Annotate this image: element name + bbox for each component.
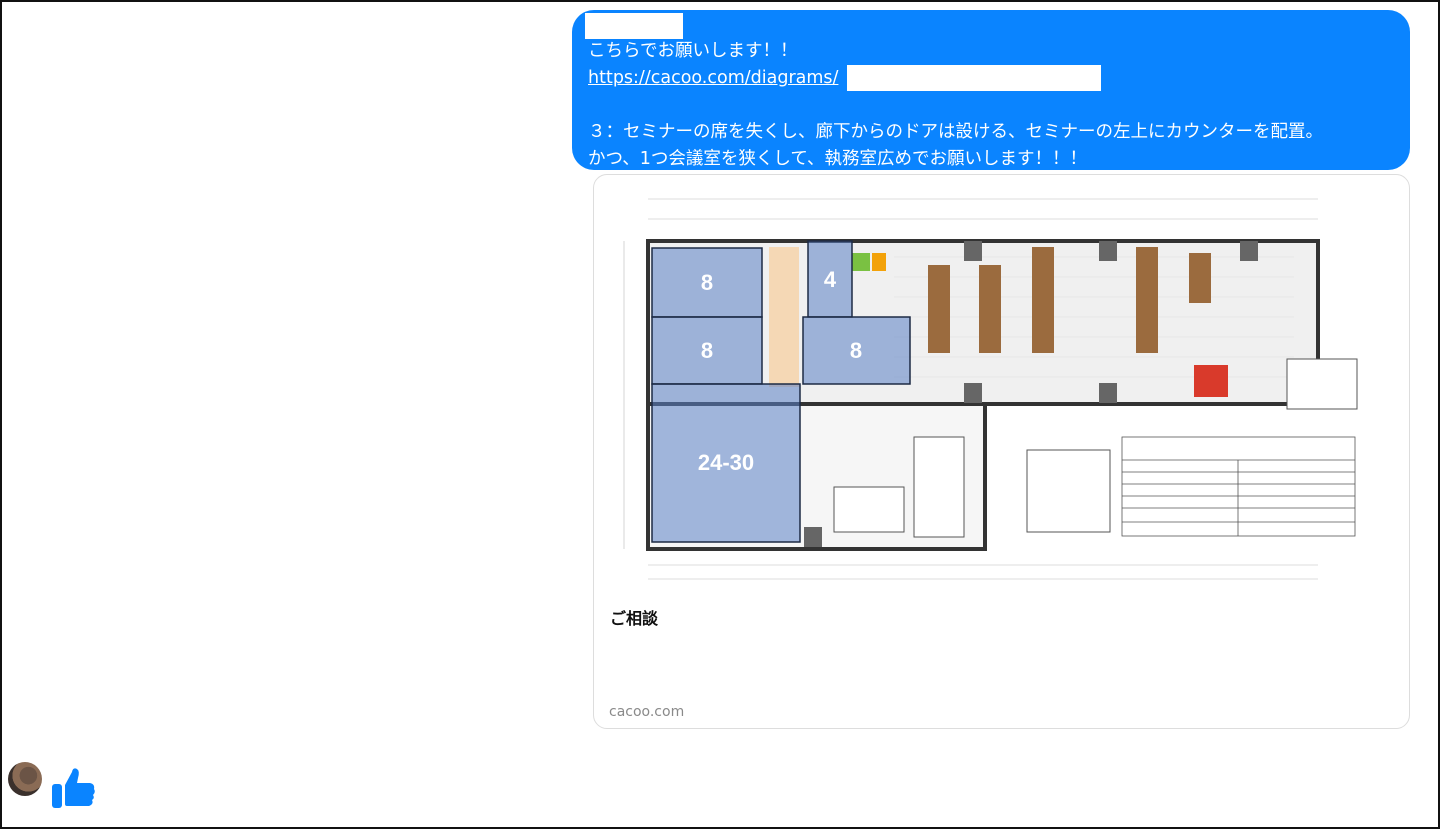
message-line: こちらでお願いします！！ — [588, 41, 798, 61]
avatar[interactable] — [8, 762, 42, 796]
floor-plan-image: 8 8 24-30 4 8 — [623, 198, 1358, 580]
preview-title: ご相談 — [610, 609, 659, 628]
thumbs-up-icon — [52, 768, 95, 808]
redacted-link-part — [847, 65, 1101, 91]
preview-domain: cacoo.com — [609, 704, 685, 720]
message-line: ３：セミナーの席を失くし、廊下からのドアは設ける、セミナーの左上にカウンターを配… — [588, 122, 1323, 142]
diagram-link[interactable]: https://cacoo.com/diagrams/ — [588, 68, 838, 88]
room-label: 8 — [701, 338, 713, 363]
redacted-name — [585, 13, 683, 39]
message-bubble: こちらでお願いします！！ https://cacoo.com/diagrams/… — [572, 10, 1410, 170]
room-label: 8 — [701, 270, 713, 295]
room-label: 8 — [850, 338, 862, 363]
room-label: 24-30 — [698, 450, 754, 475]
message-line: かつ、1つ会議室を狭くして、執務室広めでお願いします！！！ — [588, 149, 1088, 169]
link-preview-card[interactable]: 8 8 24-30 4 8 ご相談 cacoo.com — [593, 174, 1410, 729]
room-label: 4 — [824, 267, 837, 292]
